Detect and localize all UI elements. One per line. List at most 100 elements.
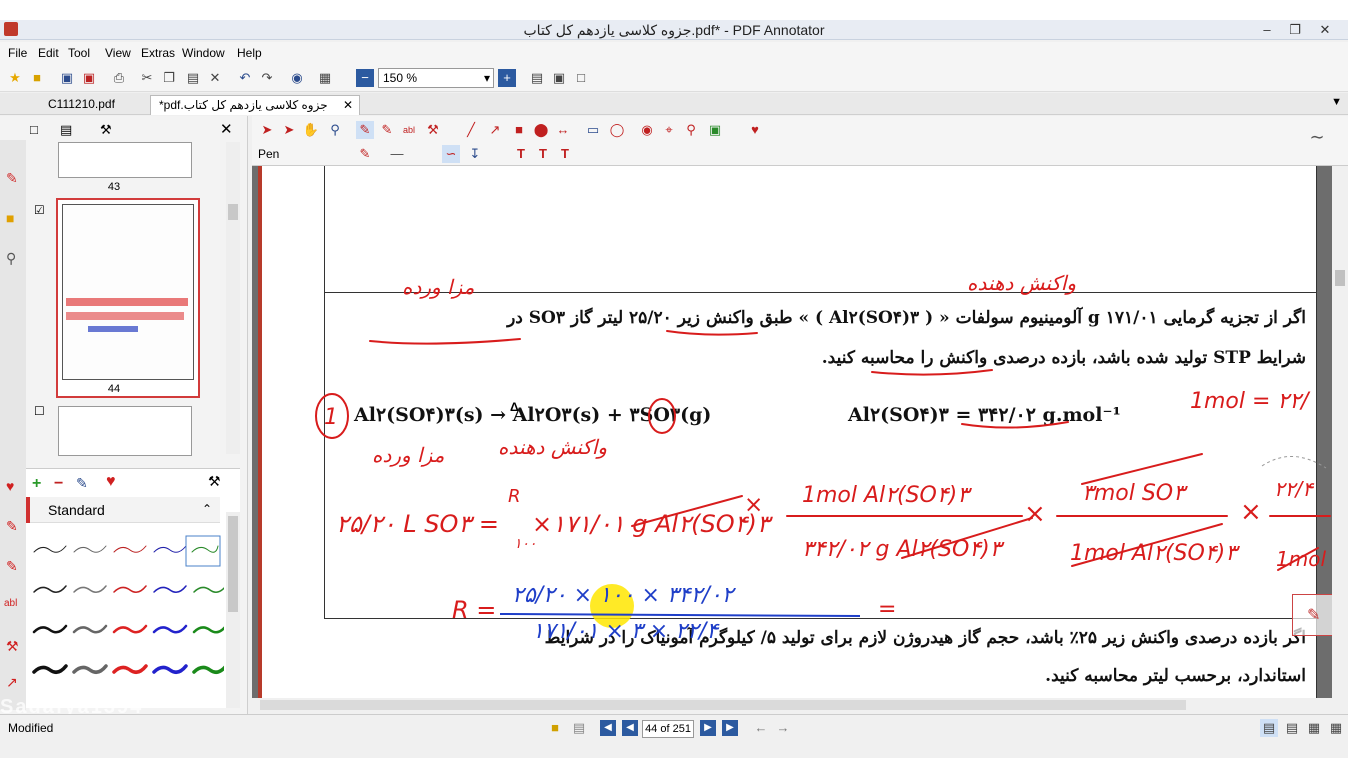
continuous-facing-view-icon[interactable]: ▦: [1327, 719, 1345, 737]
thumbnail-page-44[interactable]: [56, 198, 200, 398]
thumbnail-checkbox-45[interactable]: ☐: [34, 404, 45, 418]
fit-width-icon[interactable]: ▣: [550, 69, 568, 87]
highlighter-tab-icon[interactable]: ✎: [6, 558, 18, 575]
new-file-icon[interactable]: ★: [6, 69, 24, 87]
crop-tool-icon[interactable]: ⌖: [660, 121, 678, 139]
undo-icon[interactable]: ↶: [236, 69, 254, 87]
thumbnail-checkbox-44[interactable]: ☑: [34, 203, 45, 217]
attachment-tab-icon[interactable]: ⚲: [6, 250, 16, 267]
pen-color-icon[interactable]: ✎: [356, 145, 374, 163]
remove-pen-icon[interactable]: −: [54, 475, 63, 493]
hand-icon[interactable]: ✋: [302, 121, 320, 139]
zoom-tool-icon[interactable]: ⚲: [326, 121, 344, 139]
layout-icon[interactable]: ▦: [316, 69, 334, 87]
ellipse-tool-icon[interactable]: ⬤: [532, 121, 550, 139]
zoom-in-icon[interactable]: +: [498, 69, 516, 87]
single-page-view-icon[interactable]: ▤: [1260, 719, 1278, 737]
menu-file[interactable]: File: [8, 46, 27, 60]
forward-icon[interactable]: →: [774, 719, 792, 737]
cut-icon[interactable]: ✂: [138, 69, 156, 87]
tab-active-document[interactable]: جزوه کلاسی یازدهم کل کتاب.pdf* ✕: [150, 95, 360, 115]
close-tab-icon[interactable]: ✕: [343, 96, 353, 114]
highlighter-tool-icon[interactable]: ✎: [378, 121, 396, 139]
find-icon[interactable]: ◉: [288, 69, 306, 87]
pen-swatches[interactable]: [28, 532, 224, 712]
straighten-icon[interactable]: ↧: [466, 145, 484, 163]
copy-icon[interactable]: ❐: [160, 69, 178, 87]
last-page-button[interactable]: ▶: [722, 720, 738, 736]
zoom-select[interactable]: 150 % ▾: [378, 68, 494, 88]
close-button[interactable]: ✕: [1310, 21, 1340, 39]
stamp-tab-icon[interactable]: ⚒: [6, 638, 19, 655]
add-pen-icon[interactable]: +: [32, 475, 41, 493]
maximize-button[interactable]: ❐: [1280, 21, 1310, 39]
wrench-icon[interactable]: ⚒: [100, 122, 112, 138]
menu-window[interactable]: Window: [182, 46, 225, 60]
text-tool-icon[interactable]: abl: [400, 121, 418, 139]
smooth-pen-icon[interactable]: ∽: [442, 145, 460, 163]
menu-edit[interactable]: Edit: [38, 46, 59, 60]
menu-help[interactable]: Help: [237, 46, 262, 60]
delete-icon[interactable]: ✕: [206, 69, 224, 87]
open-folder-icon[interactable]: ■: [546, 719, 564, 737]
menu-tool[interactable]: Tool: [68, 46, 90, 60]
horizontal-scrollbar[interactable]: [252, 698, 1348, 712]
pen-group-header[interactable]: Standard ⌃: [26, 497, 220, 523]
text-strike-icon[interactable]: T: [556, 145, 574, 163]
thumbnail-page-43[interactable]: [58, 142, 192, 178]
favorites-tab-icon[interactable]: ♥: [6, 478, 14, 494]
rectangle-tool-icon[interactable]: ■: [510, 121, 528, 139]
arrow-tab-icon[interactable]: ↗: [6, 674, 18, 691]
menu-extras[interactable]: Extras: [141, 46, 175, 60]
close-sidebar-icon[interactable]: ✕: [220, 120, 233, 138]
save-icon[interactable]: ▣: [58, 69, 76, 87]
next-page-button[interactable]: ▶: [700, 720, 716, 736]
measure-tool-icon[interactable]: ↔: [554, 121, 572, 139]
text-middle-icon[interactable]: T: [534, 145, 552, 163]
stamp-tool-icon[interactable]: ⚒: [424, 121, 442, 139]
pen-scrollbar[interactable]: [226, 512, 240, 708]
folder-tab-icon[interactable]: ■: [6, 210, 14, 226]
print-icon[interactable]: ⎙: [110, 69, 128, 87]
vertical-scrollbar[interactable]: [1332, 166, 1348, 698]
facing-view-icon[interactable]: ▦: [1305, 719, 1323, 737]
text-tab-icon[interactable]: abl: [4, 598, 17, 609]
minimize-button[interactable]: –: [1252, 21, 1282, 39]
page-view-icon[interactable]: ▤: [60, 122, 72, 138]
pen-cursor-widget[interactable]: ✎: [1292, 594, 1336, 636]
tab-list-icon[interactable]: ▼: [1331, 96, 1342, 108]
thumbnail-scrollbar[interactable]: [226, 142, 240, 454]
pen-tool-icon[interactable]: ✎: [356, 121, 374, 139]
edit-pen-icon[interactable]: ✎: [76, 475, 88, 492]
first-page-button[interactable]: ◀: [600, 720, 616, 736]
redo-icon[interactable]: ↷: [258, 69, 276, 87]
paste-icon[interactable]: ▤: [184, 69, 202, 87]
select-arrow-icon[interactable]: ➤: [258, 121, 276, 139]
text-top-icon[interactable]: T: [512, 145, 530, 163]
open-folder-icon[interactable]: ■: [28, 69, 46, 87]
export-icon[interactable]: ▤: [570, 719, 588, 737]
zoom-out-icon[interactable]: −: [356, 69, 374, 87]
favorite-icon[interactable]: ♥: [106, 473, 116, 491]
insert-image-icon[interactable]: ▣: [706, 121, 724, 139]
select-text-icon[interactable]: ➤: [280, 121, 298, 139]
tab-c111210[interactable]: C111210.pdf: [40, 95, 150, 115]
pen-tab-icon[interactable]: ✎: [6, 170, 18, 187]
new-page-icon[interactable]: □: [30, 122, 38, 137]
back-icon[interactable]: ←: [752, 719, 770, 737]
save-as-icon[interactable]: ▣: [80, 69, 98, 87]
continuous-view-icon[interactable]: ▤: [1283, 719, 1301, 737]
eraser-tool-icon[interactable]: ▭: [584, 121, 602, 139]
favorites-menu-icon[interactable]: ♥: [746, 121, 764, 139]
lasso-tool-icon[interactable]: ◯: [608, 121, 626, 139]
fit-page-icon[interactable]: ▤: [528, 69, 546, 87]
pen-tab-icon[interactable]: ✎: [6, 518, 18, 535]
line-width-icon[interactable]: —: [388, 145, 406, 163]
line-tool-icon[interactable]: ╱: [462, 121, 480, 139]
page-number-field[interactable]: 44 of 251: [642, 720, 694, 738]
fullscreen-icon[interactable]: □: [572, 69, 590, 87]
previous-page-button[interactable]: ◀: [622, 720, 638, 736]
menu-view[interactable]: View: [105, 46, 131, 60]
thumbnail-page-45[interactable]: [58, 406, 192, 456]
camera-tool-icon[interactable]: ◉: [638, 121, 656, 139]
